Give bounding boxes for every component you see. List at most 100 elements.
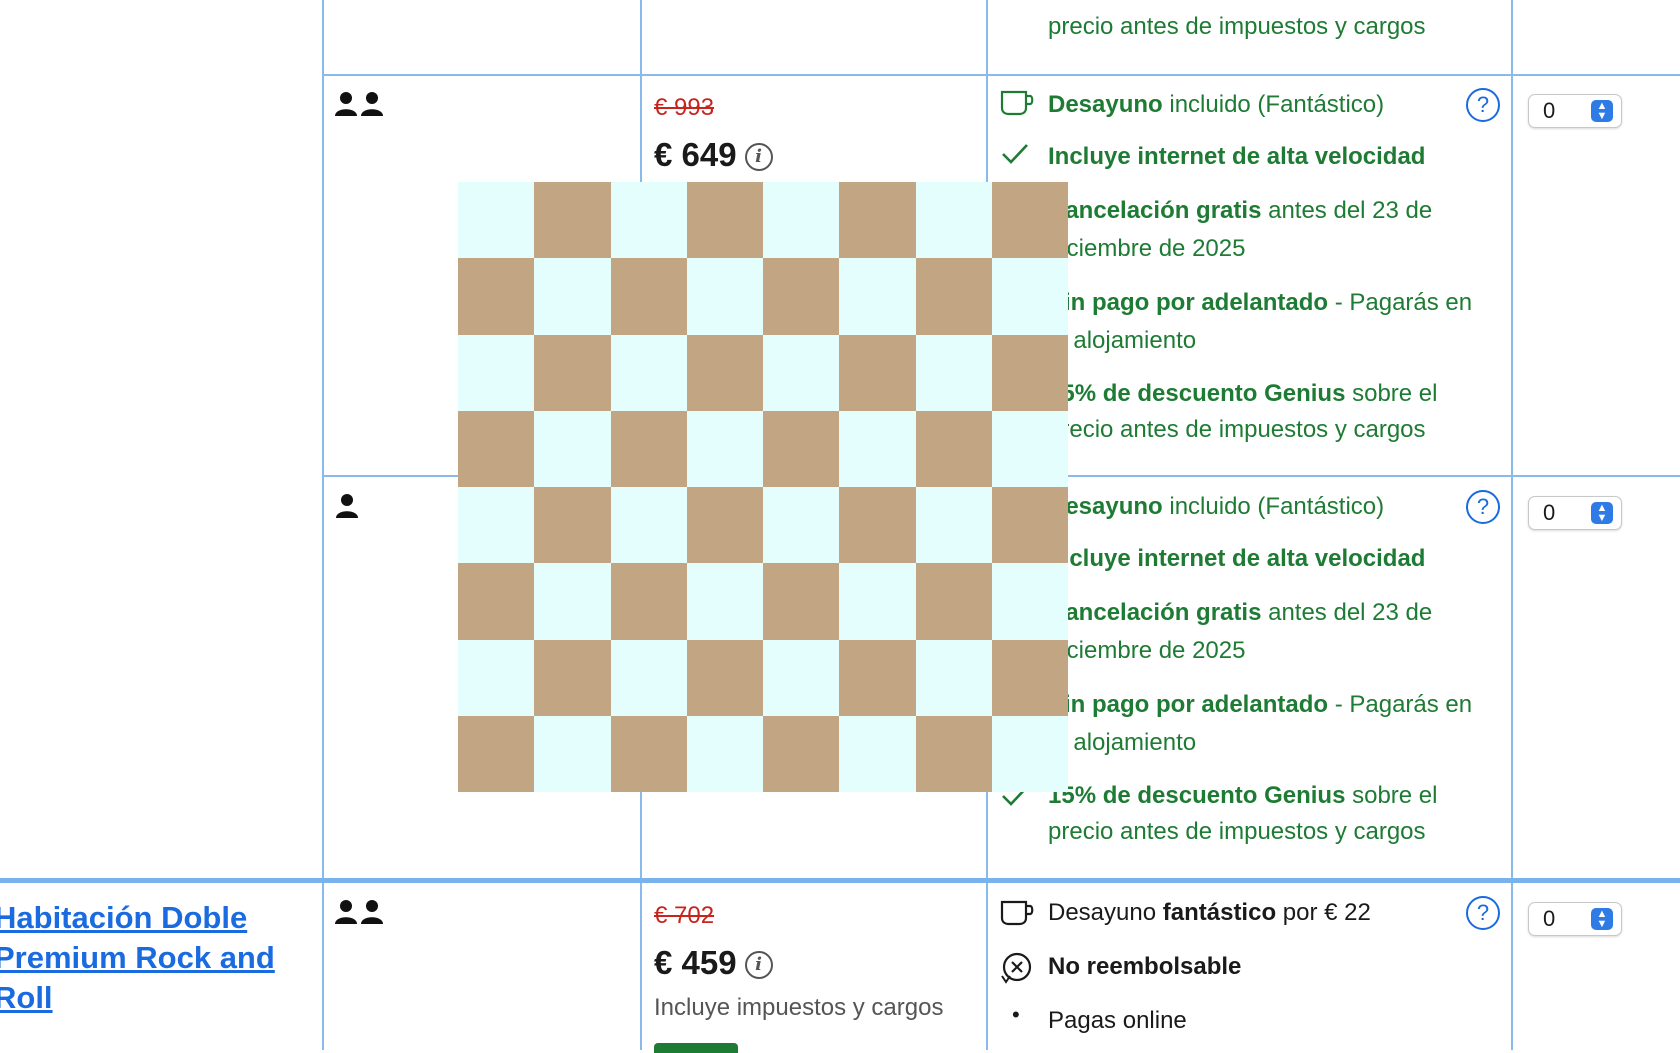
checkerboard-square [458,639,535,716]
checkerboard-square [534,639,611,716]
non-refundable-text: No reembolsable [1048,948,1478,986]
cond-bold: Cancelación gratis [1048,197,1262,224]
checkerboard-square [839,410,916,487]
cond-rest: incluido (Fantástico) [1162,91,1385,118]
checkerboard-square [839,563,916,640]
breakfast-pre: Desayuno [1048,899,1163,926]
checkerboard-square [686,487,763,564]
check-icon [1000,142,1034,176]
checkerboard-square [991,258,1068,335]
condition-text: precio antes de impuestos y cargos [1048,13,1426,40]
two-persons-icon [334,898,384,935]
checkerboard-square [991,182,1068,259]
checkerboard-square [686,334,763,411]
checkerboard-square [686,410,763,487]
chevron-updown-icon: ▲ ▼ [1591,502,1613,524]
checkerboard-square [991,334,1068,411]
checkerboard-square [991,715,1068,792]
checkerboard-square [763,410,840,487]
info-icon[interactable]: i [744,951,773,980]
condition-internet: Incluye internet de alta velocidad [1048,138,1478,176]
checkerboard-square [991,639,1068,716]
condition-cancellation: Cancelación gratis antes del 23 de dicie… [1048,192,1478,268]
checkerboard-square [915,563,992,640]
checkerboard-square [763,563,840,640]
checkerboard-square [610,334,687,411]
checkerboard-square [534,715,611,792]
info-icon[interactable]: i [744,143,773,172]
checkerboard-square [534,563,611,640]
help-icon[interactable]: ? [1466,88,1500,122]
checkerboard-square [534,410,611,487]
condition-genius: 15% de descuento Genius sobre el precio … [1048,778,1478,850]
condition-breakfast: Desayuno incluido (Fantástico) [1048,86,1478,124]
checkerboard-square [839,715,916,792]
cond-bold: Incluye internet de alta velocidad [1048,143,1426,170]
original-price: € 993 [654,94,715,121]
room-quantity-select[interactable]: 0 ▲ ▼ [1528,94,1622,128]
checkerboard-square [763,258,840,335]
price-value: € 649 [654,136,737,173]
checkerboard-square [458,182,535,259]
checkerboard-square [839,182,916,259]
room-quantity-select[interactable]: 0 ▲ ▼ [1528,902,1622,936]
cond-bold: 15% de descuento Genius [1048,380,1346,407]
cond-rest: incluido (Fantástico) [1162,493,1385,520]
column-divider [1511,0,1513,1050]
checkerboard-square [686,258,763,335]
condition-prepayment: Sin pago por adelantado - Pagarás en el … [1048,284,1478,360]
condition-cancellation: Cancelación gratis antes del 23 de dicie… [1048,594,1478,670]
condition-breakfast: Desayuno incluido (Fantástico) [1048,488,1478,526]
cond-bold: Sin pago por adelantado [1048,691,1329,718]
cond-bold: Incluye internet de alta velocidad [1048,545,1426,572]
checkerboard-square [610,487,687,564]
checkerboard-square [763,715,840,792]
checkerboard-square [839,334,916,411]
checkerboard-square [686,182,763,259]
checkerboard-square [839,258,916,335]
checkerboard-square [839,487,916,564]
quantity-value: 0 [1543,98,1556,123]
current-price: € 459 i [654,944,773,982]
one-person-icon [334,492,360,529]
checkerboard-overlay [458,182,1068,792]
help-icon[interactable]: ? [1466,490,1500,524]
checkerboard-square [763,334,840,411]
help-icon[interactable]: ? [1466,896,1500,930]
pay-online-text: Pagas online [1048,1007,1187,1034]
room-quantity-select[interactable]: 0 ▲ ▼ [1528,496,1622,530]
checkerboard-square [458,334,535,411]
cond-bold: Cancelación gratis [1048,599,1262,626]
original-price: € 702 [654,902,715,929]
current-price: € 649 i [654,136,773,174]
checkerboard-square [610,182,687,259]
checkerboard-square [991,563,1068,640]
quantity-value: 0 [1543,500,1556,525]
reserve-button[interactable] [654,1043,738,1053]
taxes-note: Incluye impuestos y cargos [654,994,944,1021]
checkerboard-square [534,334,611,411]
checkerboard-square [915,334,992,411]
quantity-value: 0 [1543,906,1556,931]
checkerboard-square [763,487,840,564]
breakfast-bold: fantástico [1162,899,1277,926]
condition-genius: 15% de descuento Genius sobre el precio … [1048,376,1478,448]
checkerboard-square [458,258,535,335]
checkerboard-square [915,410,992,487]
cond-bold: 15% de descuento Genius [1048,782,1346,809]
checkerboard-square [686,715,763,792]
cond-bold: Desayuno [1048,91,1163,118]
checkerboard-square [991,487,1068,564]
two-persons-icon [334,90,384,127]
checkerboard-square [763,182,840,259]
room-group-divider [0,878,1680,883]
checkerboard-square [915,715,992,792]
checkerboard-square [534,182,611,259]
cup-icon [1000,898,1034,932]
breakfast-post: por € 22 [1276,899,1371,926]
chevron-updown-icon: ▲ ▼ [1591,100,1613,122]
checkerboard-square [991,410,1068,487]
checkerboard-square [915,258,992,335]
non-refundable-bold: No reembolsable [1048,953,1242,980]
room-name-link[interactable]: Habitación Doble Premium Rock and Roll [0,898,314,1018]
